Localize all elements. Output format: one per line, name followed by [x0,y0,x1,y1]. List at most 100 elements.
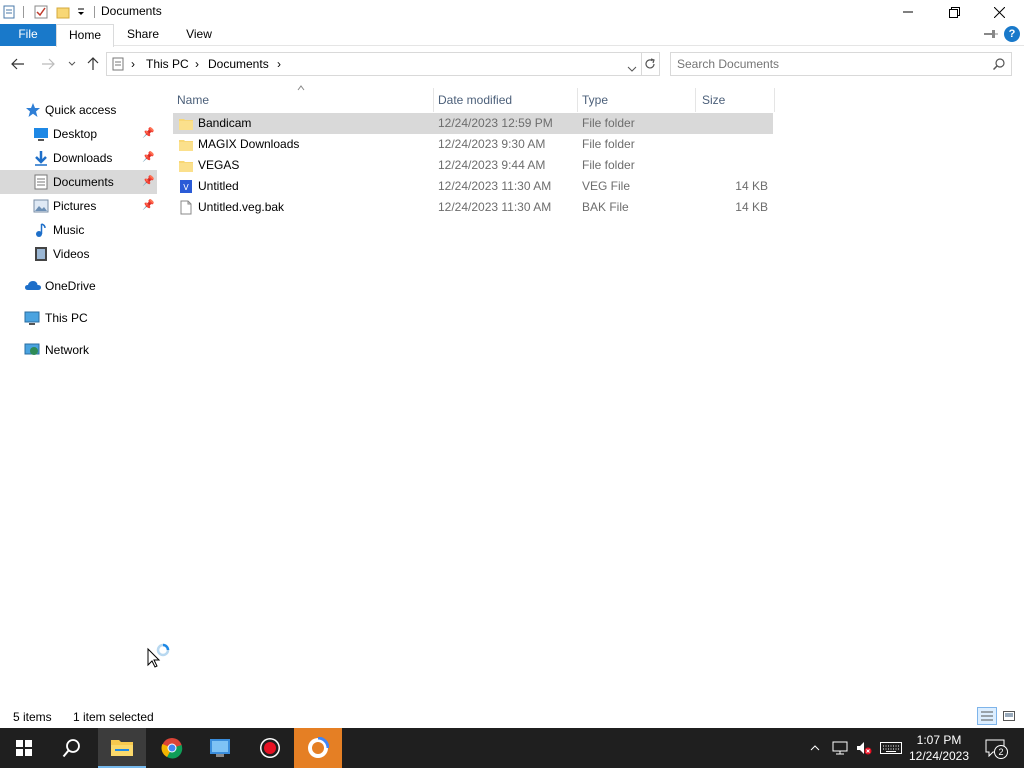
search-icon[interactable] [992,58,1005,73]
video-editor-icon[interactable] [196,728,244,768]
nav-label-onedrive: OneDrive [45,279,96,293]
column-header-name[interactable]: Name [171,88,433,112]
pictures-icon [33,198,49,214]
title-bar: Documents [0,0,1024,24]
file-icon [179,200,193,215]
tab-share[interactable]: Share [116,24,170,46]
recent-locations-chevron-icon[interactable] [62,54,82,74]
volume-muted-icon[interactable] [854,728,874,768]
network-tray-icon[interactable] [830,728,850,768]
pin-icon[interactable]: 📌 [142,200,154,211]
file-type: VEG File [582,179,631,193]
sidebar-item-pictures[interactable]: Pictures 📌 [0,194,157,218]
restore-button[interactable] [931,0,977,24]
start-button[interactable] [0,728,48,768]
show-hidden-icons-chevron-icon[interactable] [806,728,824,768]
file-explorer-icon[interactable] [0,3,18,21]
search-icon[interactable] [48,728,96,768]
column-header-type[interactable]: Type [577,88,695,112]
nav-label-quick-access: Quick access [45,103,117,117]
tab-home[interactable]: Home [56,24,114,47]
file-row-vegas[interactable]: VEGAS 12/24/2023 9:44 AM File folder [173,155,773,176]
clock-time: 1:07 PM [916,733,962,747]
breadcrumb-documents[interactable]: Documents [208,57,269,71]
cloud-icon [24,278,41,294]
chrome-icon[interactable] [148,728,196,768]
sidebar-item-documents[interactable]: Documents 📌 [0,170,157,194]
sidebar-item-label: Videos [53,247,90,261]
notifications-button[interactable]: 2 [980,728,1010,768]
taskbar-clock[interactable]: 1:07 PM 12/24/2023 [908,732,970,764]
file-name: Bandicam [198,116,252,130]
sidebar-item-label: Pictures [53,199,97,213]
folder-icon [179,137,193,152]
forward-button[interactable] [38,54,58,74]
pin-icon[interactable]: 📌 [142,152,154,163]
file-type: File folder [582,116,635,130]
downloads-icon [33,150,49,166]
refresh-button[interactable] [640,52,660,76]
file-list: Name Date modified Type Size Bandicam 12… [157,84,1024,704]
details-view-button[interactable] [977,707,997,725]
file-row-magix-downloads[interactable]: MAGIX Downloads 12/24/2023 9:30 AM File … [173,134,773,155]
search-input[interactable] [677,56,977,72]
nav-quick-access[interactable]: Quick access [0,98,157,122]
brave-browser-icon[interactable] [294,728,342,768]
network-icon [24,342,40,358]
search-box[interactable] [670,52,1012,76]
column-header-date[interactable]: Date modified [433,88,577,112]
breadcrumb-separator-icon[interactable]: › [195,57,199,71]
customize-toolbar-chevron-icon[interactable] [72,3,90,21]
properties-icon[interactable] [32,3,50,21]
svg-text:V: V [183,183,189,192]
item-count: 5 items [13,710,52,724]
breadcrumb-separator-icon[interactable]: › [277,57,281,71]
busy-cursor-icon [147,642,173,671]
sidebar-item-music[interactable]: Music [0,218,157,242]
column-header-size[interactable]: Size [695,88,775,112]
status-bar: 5 items 1 item selected [0,706,1024,728]
breadcrumb-separator-icon[interactable]: › [131,57,135,71]
sidebar-item-desktop[interactable]: Desktop 📌 [0,122,157,146]
address-dropdown-chevron-icon[interactable] [627,61,637,75]
address-row: › This PC › Documents › [0,50,1024,78]
nav-label-network: Network [45,343,90,357]
back-button[interactable] [8,54,28,74]
folder-icon [179,116,193,131]
close-button[interactable] [976,0,1022,24]
file-explorer-taskbar-icon[interactable] [98,728,146,768]
sidebar-item-label: Documents [53,175,114,189]
minimize-button[interactable] [885,0,931,24]
folder-icon [179,158,193,173]
file-date: 12/24/2023 9:44 AM [438,158,546,172]
file-type: BAK File [582,200,629,214]
window-title: Documents [101,4,162,18]
nav-onedrive[interactable]: OneDrive [0,274,157,298]
pin-icon[interactable]: 📌 [142,128,154,139]
help-icon[interactable]: ? [1004,26,1020,42]
tab-view[interactable]: View [172,24,226,46]
tab-file[interactable]: File [0,24,56,46]
address-bar[interactable]: › This PC › Documents › [106,52,642,76]
up-button[interactable] [83,54,103,74]
new-folder-icon[interactable] [54,3,72,21]
file-name: MAGIX Downloads [198,137,300,151]
file-type: File folder [582,158,635,172]
record-icon[interactable] [246,728,294,768]
nav-this-pc[interactable]: This PC [0,306,157,330]
file-size: 14 KB [735,200,768,214]
breadcrumb-this-pc[interactable]: This PC [146,57,189,71]
pin-icon[interactable]: 📌 [142,176,154,187]
file-row-untitled-veg-bak[interactable]: Untitled.veg.bak 12/24/2023 11:30 AM BAK… [173,197,773,218]
file-name: VEGAS [198,158,240,172]
sidebar-item-downloads[interactable]: Downloads 📌 [0,146,157,170]
file-row-bandicam[interactable]: Bandicam 12/24/2023 12:59 PM File folder [173,113,773,134]
file-row-untitled[interactable]: V Untitled 12/24/2023 11:30 AM VEG File … [173,176,773,197]
large-icons-view-button[interactable] [1000,708,1018,724]
nav-network[interactable]: Network [0,338,157,362]
sidebar-item-videos[interactable]: Videos [0,242,157,266]
keyboard-icon[interactable] [878,728,904,768]
pin-ribbon-icon[interactable] [984,28,998,43]
music-icon [33,222,49,238]
sidebar-item-label: Music [53,223,85,237]
